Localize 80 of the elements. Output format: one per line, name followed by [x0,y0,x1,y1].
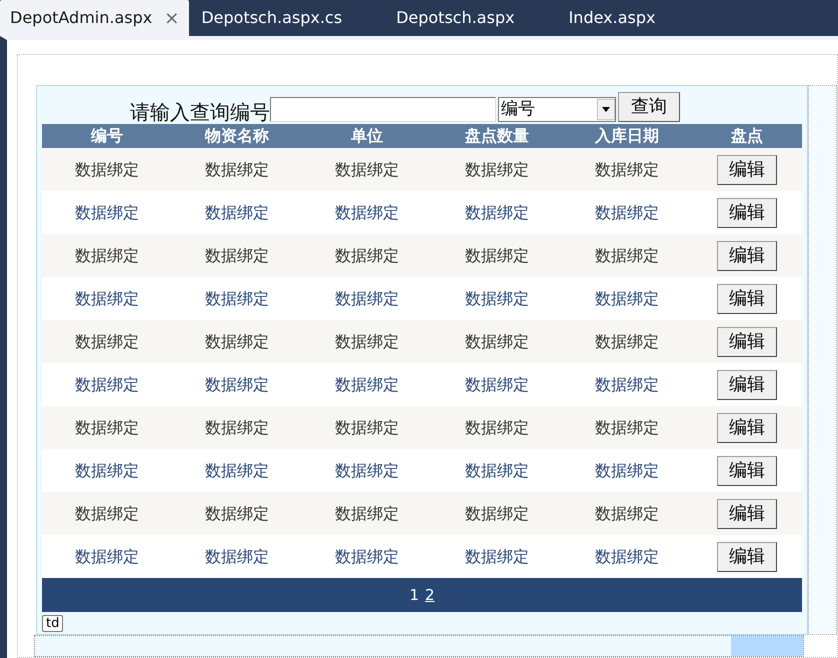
table-cell-text: 数据绑定 [334,330,400,352]
select-field[interactable]: 编号 [498,97,616,122]
column-header: 盘点 [730,125,764,147]
table-cell-text: 数据绑定 [334,158,400,180]
edit-button[interactable]: 编辑 [717,370,777,400]
table-cell-text: 数据绑定 [334,374,400,396]
table-cell-text: 数据绑定 [204,416,270,438]
table-cell-text: 数据绑定 [594,330,660,352]
table-cell-text: 数据绑定 [594,460,660,482]
table-cell-text: 数据绑定 [74,546,140,568]
edit-button[interactable]: 编辑 [717,284,777,314]
search-button[interactable]: 查询 [618,92,680,122]
table-cell-text: 数据绑定 [74,374,140,396]
search-label: 请输入查询编号 [130,102,270,122]
table-cell-text: 数据绑定 [204,330,270,352]
table-cell-text: 数据绑定 [464,288,530,310]
table-cell-text: 数据绑定 [594,546,660,568]
table-cell-text: 数据绑定 [334,416,400,438]
table-cell-text: 数据绑定 [334,460,400,482]
column-header: 物资名称 [204,125,270,147]
table-cell-text: 数据绑定 [464,546,530,568]
table-cell-text: 数据绑定 [204,502,270,524]
table-cell-text: 数据绑定 [74,202,140,224]
table-cell-text: 数据绑定 [594,416,660,438]
page-link[interactable]: 1 [409,584,419,606]
edit-button[interactable]: 编辑 [717,326,777,356]
dropdown-arrow-icon[interactable] [597,99,615,120]
table-cell-text: 数据绑定 [334,502,400,524]
edit-button[interactable]: 编辑 [717,456,777,486]
editor-tab[interactable]: Index.aspx [556,0,668,36]
table-cell-text: 数据绑定 [594,288,660,310]
editor-tab[interactable]: DepotAdmin.aspx × [0,0,190,36]
table-cell-text: 数据绑定 [334,244,400,266]
search-field[interactable] [270,97,496,122]
selected-cell-highlight [731,636,803,656]
table-cell-text: 数据绑定 [204,288,270,310]
table-cell-text: 数据绑定 [464,202,530,224]
table-cell-text: 数据绑定 [594,202,660,224]
edit-button[interactable]: 编辑 [717,498,777,528]
edit-button[interactable]: 编辑 [717,542,777,572]
column-header: 入库日期 [594,125,660,147]
edit-button[interactable]: 编辑 [717,412,777,442]
table-cell-text: 数据绑定 [594,374,660,396]
table-cell-text: 数据绑定 [74,244,140,266]
table-cell-text: 数据绑定 [74,288,140,310]
table-cell-text: 数据绑定 [334,202,400,224]
page-link[interactable]: 2 [425,584,435,606]
table-cell-text: 数据绑定 [74,158,140,180]
column-header: 编号 [90,125,124,147]
table-cell-text: 数据绑定 [464,416,530,438]
editor-tab[interactable]: Depotsch.aspx [384,0,527,36]
close-icon[interactable]: × [164,4,180,32]
table-cell-text: 数据绑定 [204,158,270,180]
editor-tab[interactable]: Depotsch.aspx.cs [189,0,354,36]
column-header: 盘点数量 [464,125,530,147]
table-cell-text: 数据绑定 [464,502,530,524]
table-cell-text: 数据绑定 [594,158,660,180]
table-cell-text: 数据绑定 [334,546,400,568]
table-cell-text: 数据绑定 [204,374,270,396]
table-cell-text: 数据绑定 [594,502,660,524]
table-cell-text: 数据绑定 [74,330,140,352]
table-cell-text: 数据绑定 [74,502,140,524]
edit-button[interactable]: 编辑 [717,240,777,270]
table-cell-text: 数据绑定 [464,330,530,352]
table-cell-text: 数据绑定 [464,374,530,396]
table-cell-text: 数据绑定 [74,416,140,438]
edit-button[interactable]: 编辑 [717,154,777,184]
table-cell-text: 数据绑定 [204,460,270,482]
table-cell-text: 数据绑定 [464,158,530,180]
table-cell-text: 数据绑定 [204,202,270,224]
edit-button[interactable]: 编辑 [717,198,777,228]
table-cell-text: 数据绑定 [334,288,400,310]
column-header: 单位 [350,125,384,147]
table-cell-text: 数据绑定 [204,244,270,266]
element-tag: td [42,614,64,632]
table-cell-text: 数据绑定 [464,460,530,482]
table-cell-text: 数据绑定 [204,546,270,568]
table-cell-text: 数据绑定 [594,244,660,266]
table-cell-text: 数据绑定 [464,244,530,266]
table-cell-text: 数据绑定 [74,460,140,482]
